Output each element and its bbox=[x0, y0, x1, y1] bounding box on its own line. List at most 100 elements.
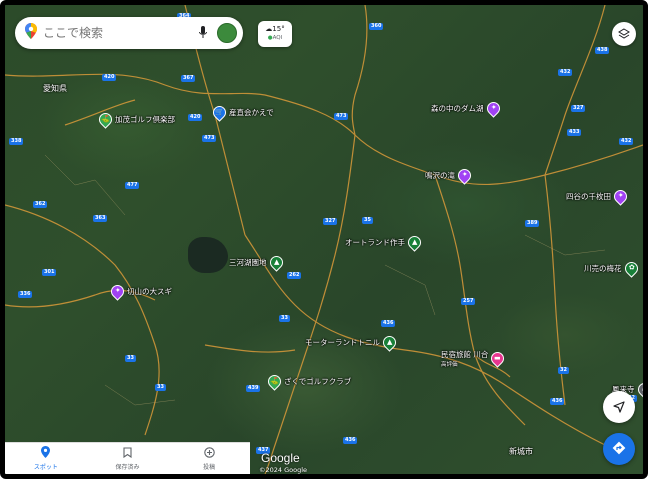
poi-marker[interactable]: ⛳ 加茂ゴルフ倶楽部 bbox=[96, 110, 175, 129]
poi-label: 加茂ゴルフ倶楽部 bbox=[115, 114, 175, 125]
golf-icon: ⛳ bbox=[96, 110, 115, 129]
poi-marker[interactable]: ✦ 切山の大スギ bbox=[108, 282, 172, 301]
poi-marker[interactable]: ⛳ ざくでゴルフクラブ bbox=[265, 372, 351, 391]
poi-label: オートランド作手 bbox=[345, 237, 405, 248]
poi-name: モーターランドトニル bbox=[305, 338, 380, 347]
nav-item-label: スポット bbox=[33, 464, 58, 471]
layers-button[interactable] bbox=[612, 22, 636, 46]
microphone-icon[interactable] bbox=[199, 24, 207, 43]
route-shield: 257 bbox=[461, 298, 476, 305]
route-shield: 436 bbox=[381, 320, 396, 327]
my-location-button[interactable] bbox=[603, 391, 635, 423]
poi-marker[interactable]: ✦ 森の中のダム湖 bbox=[431, 99, 503, 118]
route-shield: 438 bbox=[595, 47, 610, 54]
golf-icon: ⛳ bbox=[265, 372, 284, 391]
satellite-map[interactable]: 364 360 420 367 420 473 473 338 477 362 363 301 336 3… bbox=[5, 5, 643, 474]
poi-label: 切山の大スギ bbox=[127, 286, 172, 297]
shopping-cart-icon: 🛒 bbox=[210, 103, 229, 122]
poi-label: 川売の梅花 bbox=[584, 263, 622, 274]
attraction-icon: ✦ bbox=[455, 166, 474, 185]
bookmark-icon bbox=[123, 446, 132, 460]
route-shield: 436 bbox=[550, 398, 565, 405]
nav-item[interactable]: 保存済み bbox=[87, 443, 169, 474]
poi-name: 川売の梅花 bbox=[584, 264, 622, 273]
maps-pin-icon bbox=[25, 23, 37, 43]
weather-aqi: AQI bbox=[272, 35, 283, 41]
flower-icon: ✿ bbox=[621, 259, 641, 278]
poi-label: 産直会かえで bbox=[229, 107, 274, 118]
poi-label: ざくでゴルフクラブ bbox=[284, 376, 351, 387]
weather-temp: 15° bbox=[272, 25, 285, 33]
city-label: 新城市 bbox=[509, 447, 533, 456]
route-shield: 32 bbox=[558, 367, 569, 374]
route-shield: 420 bbox=[102, 74, 117, 81]
layers-icon bbox=[618, 25, 630, 44]
park-icon: ▲ bbox=[405, 233, 424, 252]
location-pin-icon bbox=[41, 446, 51, 460]
route-shield: 439 bbox=[246, 385, 261, 392]
route-shield: 336 bbox=[18, 291, 33, 298]
map-frame: 364 360 420 367 420 473 473 338 477 362 363 301 336 3… bbox=[0, 0, 648, 479]
google-logo: Google bbox=[261, 451, 300, 465]
nav-item-label: 投稿 bbox=[203, 463, 216, 471]
poi-name: 森の中のダム湖 bbox=[431, 104, 484, 113]
poi-marker[interactable]: ▬ 民宿旅館 川合 高評価 bbox=[441, 349, 508, 368]
park-icon: ▲ bbox=[380, 333, 399, 352]
directions-button[interactable] bbox=[603, 433, 635, 465]
region-label: 愛知県 bbox=[43, 84, 67, 93]
route-shield: 367 bbox=[181, 75, 196, 82]
poi-label: 三河湖園地 bbox=[229, 257, 267, 268]
route-shield: 436 bbox=[343, 437, 358, 444]
hotel-icon: ▬ bbox=[488, 349, 508, 368]
route-shield: 433 bbox=[567, 129, 582, 136]
nav-item[interactable]: スポット bbox=[5, 443, 87, 474]
lake bbox=[188, 237, 228, 273]
attraction-icon: ✦ bbox=[611, 187, 630, 206]
temple-icon: ⌂ bbox=[634, 380, 643, 399]
route-shield: 301 bbox=[42, 269, 57, 276]
route-shield: 33 bbox=[125, 355, 136, 362]
poi-name: 四谷の千枚田 bbox=[566, 192, 611, 201]
route-shield: 327 bbox=[323, 218, 338, 225]
route-shield: 35 bbox=[362, 217, 373, 224]
avatar[interactable] bbox=[217, 23, 237, 43]
nav-item[interactable]: 投稿 bbox=[168, 443, 250, 474]
route-shield: 420 bbox=[188, 114, 203, 121]
poi-marker[interactable]: 🛒 産直会かえで bbox=[210, 103, 274, 122]
poi-label: モーターランドトニル bbox=[305, 337, 380, 348]
poi-marker[interactable]: ✿ 川売の梅花 bbox=[584, 259, 641, 278]
poi-name: 産直会かえで bbox=[229, 108, 274, 117]
poi-name: ざくでゴルフクラブ bbox=[284, 377, 352, 386]
search-input[interactable] bbox=[43, 26, 199, 40]
route-shield: 473 bbox=[334, 113, 349, 120]
poi-label: 森の中のダム湖 bbox=[431, 103, 484, 114]
route-shield: 33 bbox=[155, 384, 166, 391]
poi-marker[interactable]: ✦ 四谷の千枚田 bbox=[566, 187, 630, 206]
search-bar[interactable] bbox=[15, 17, 243, 49]
route-shield: 262 bbox=[287, 272, 302, 279]
poi-name: 切山の大スギ bbox=[127, 287, 172, 296]
route-shield: 473 bbox=[202, 135, 217, 142]
route-shield: 432 bbox=[558, 69, 573, 76]
road-layer bbox=[5, 5, 643, 474]
navigation-arrow-icon bbox=[613, 398, 625, 417]
poi-marker[interactable]: ✦ 鳴沢の滝 bbox=[425, 166, 474, 185]
poi-name: 加茂ゴルフ倶楽部 bbox=[115, 115, 175, 124]
poi-marker[interactable]: ▲ モーターランドトニル bbox=[305, 333, 399, 352]
attraction-icon: ✦ bbox=[483, 99, 503, 118]
directions-icon bbox=[612, 440, 626, 459]
route-shield: 362 bbox=[33, 201, 48, 208]
route-shield: 338 bbox=[9, 138, 24, 145]
add-circle-icon bbox=[203, 446, 215, 460]
poi-marker[interactable]: ▲ 三河湖園地 bbox=[229, 253, 286, 272]
poi-marker[interactable]: ▲ オートランド作手 bbox=[345, 233, 424, 252]
poi-label: 民宿旅館 川合 高評価 bbox=[441, 349, 488, 368]
poi-name: 三河湖園地 bbox=[229, 258, 267, 267]
route-shield: 432 bbox=[619, 138, 634, 145]
poi-name: 民宿旅館 川合 bbox=[441, 350, 489, 359]
weather-chip[interactable]: ☁15° ●AQI bbox=[258, 21, 292, 47]
poi-sublabel: 高評価 bbox=[441, 362, 458, 368]
route-shield: 327 bbox=[571, 105, 586, 112]
poi-name: オートランド作手 bbox=[345, 238, 405, 247]
poi-label: 鳴沢の滝 bbox=[425, 170, 455, 181]
